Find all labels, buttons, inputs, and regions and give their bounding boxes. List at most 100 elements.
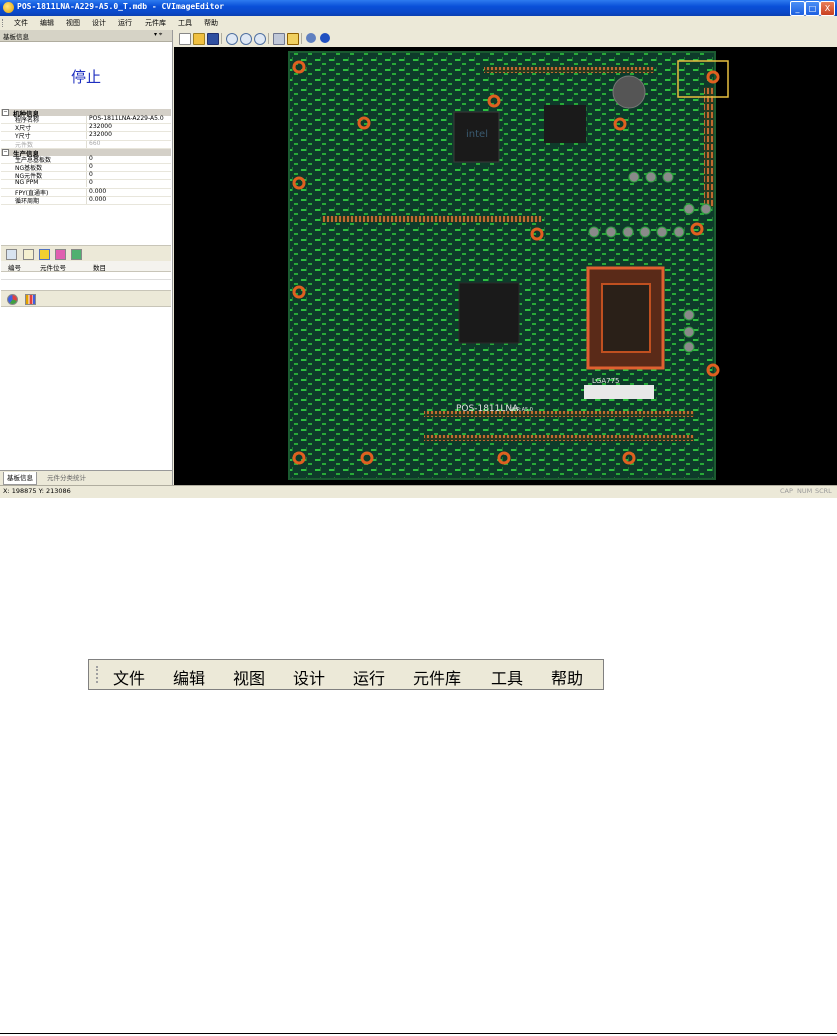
column-divider xyxy=(86,116,87,123)
column-divider xyxy=(86,155,87,163)
property-value: POS-1811LNA-A229-A5.0 xyxy=(89,115,164,122)
menu-help[interactable]: 帮助 xyxy=(204,18,218,28)
run-status: 停止 xyxy=(70,68,101,86)
chip-brand-label: intel xyxy=(466,129,488,140)
property-key: NG PPM xyxy=(15,179,39,187)
menu-file[interactable]: 文件 xyxy=(14,18,28,28)
toolbar-separator xyxy=(268,33,269,44)
minimize-button[interactable]: _ xyxy=(790,1,805,16)
panel-title-bar: 基板信息 ▾ ⌖ xyxy=(0,30,172,42)
info-icon[interactable] xyxy=(320,33,330,43)
menu-bar: 文件 编辑 视图 设计 运行 元件库 工具 帮助 xyxy=(0,16,837,30)
menu-bar-zoomed: 文件 编辑 视图 设计 运行 元件库 工具 帮助 xyxy=(88,659,604,690)
menu-grip[interactable] xyxy=(2,19,5,27)
zoom-out-icon[interactable] xyxy=(240,33,252,45)
status-bar: X: 198875 Y: 213086 CAP NUM SCRL xyxy=(0,485,837,498)
northbridge-chip xyxy=(458,282,520,344)
io-chip xyxy=(544,105,586,143)
panel-pin-icon[interactable]: ▾ ⌖ xyxy=(154,31,162,39)
tab-component-stats[interactable]: 元件分类统计 xyxy=(44,472,89,484)
panel-tabs: 基板信息 元件分类统计 xyxy=(0,470,172,486)
memory-slot-1 xyxy=(322,216,542,222)
property-value: 0.000 xyxy=(89,187,107,195)
barcode-label xyxy=(584,385,654,399)
menu-tools[interactable]: 工具 xyxy=(491,665,523,689)
filter-green-icon[interactable] xyxy=(71,249,82,260)
chart-icon[interactable] xyxy=(287,33,299,45)
menu-library[interactable]: 元件库 xyxy=(413,665,461,689)
app-icon[interactable] xyxy=(3,2,14,13)
property-value: 0 xyxy=(89,171,93,179)
new-file-icon[interactable] xyxy=(179,33,191,45)
property-value: 0 xyxy=(89,162,93,170)
menu-help[interactable]: 帮助 xyxy=(551,665,583,689)
menu-library[interactable]: 元件库 xyxy=(145,18,166,28)
main-toolbar xyxy=(173,30,837,47)
board-info-panel: 基板信息 ▾ ⌖ 停止 − 机种信息 程序名称 POS-1811LNA-A229… xyxy=(0,30,173,486)
property-grid: − 机种信息 程序名称 POS-1811LNA-A229-A5.0 X尺寸 23… xyxy=(1,109,171,205)
menu-run[interactable]: 运行 xyxy=(353,665,385,689)
collapse-icon[interactable]: − xyxy=(2,109,9,116)
open-folder-icon[interactable] xyxy=(193,33,205,45)
column-divider xyxy=(86,132,87,140)
window-title: POS-1811LNA-A229-A5.0_T.mdb - CVImageEdi… xyxy=(17,2,225,11)
zoom-fit-icon[interactable] xyxy=(254,33,266,45)
filter-pink-icon[interactable] xyxy=(55,249,66,260)
close-button[interactable]: X xyxy=(820,1,835,16)
panel-title: 基板信息 xyxy=(3,33,29,41)
restore-button[interactable]: □ xyxy=(805,1,820,16)
memory-slot-3 xyxy=(424,435,694,441)
tab-board-info[interactable]: 基板信息 xyxy=(3,472,37,485)
pcb-image[interactable]: intel LGA775 POS-1811LNA VER:A5.0 xyxy=(174,47,837,485)
column-divider xyxy=(86,172,87,180)
caps-indicator: CAP xyxy=(780,487,793,495)
property-value: 0 xyxy=(89,179,93,187)
save-icon[interactable] xyxy=(207,33,219,45)
pie-chart-icon[interactable] xyxy=(7,294,18,305)
application-window: POS-1811LNA-A229-A5.0_T.mdb - CVImageEdi… xyxy=(0,0,837,498)
scroll-indicator: SCRL xyxy=(815,487,832,495)
toolbar-separator xyxy=(221,33,222,44)
edit-icon[interactable] xyxy=(23,249,34,260)
header-connector xyxy=(484,67,654,73)
title-bar[interactable]: POS-1811LNA-A229-A5.0_T.mdb - CVImageEdi… xyxy=(0,0,837,16)
settings-icon[interactable] xyxy=(306,33,316,43)
num-indicator: NUM xyxy=(797,487,813,495)
menu-view[interactable]: 视图 xyxy=(233,665,265,689)
save-icon[interactable] xyxy=(6,249,17,260)
menu-edit[interactable]: 编辑 xyxy=(40,18,54,28)
menu-edit[interactable]: 编辑 xyxy=(173,665,205,689)
table-row[interactable] xyxy=(1,271,171,280)
column-divider xyxy=(86,163,87,171)
menu-file[interactable]: 文件 xyxy=(113,665,145,689)
cursor-coordinates: X: 198875 Y: 213086 xyxy=(3,487,71,495)
property-value: 232000 xyxy=(89,131,112,139)
menu-design[interactable]: 设计 xyxy=(92,18,106,28)
property-row[interactable]: 循环周期 0.000 xyxy=(1,195,171,205)
menu-view[interactable]: 视图 xyxy=(66,18,80,28)
property-value: 0.000 xyxy=(89,195,107,203)
column-divider xyxy=(86,196,87,204)
collapse-icon[interactable]: − xyxy=(2,148,9,156)
column-divider xyxy=(86,188,87,196)
board-image-viewport[interactable]: intel LGA775 POS-1811LNA VER:A5.0 xyxy=(174,47,837,485)
bar-chart-icon[interactable] xyxy=(25,294,36,305)
zoom-in-icon[interactable] xyxy=(226,33,238,45)
tools-icon[interactable] xyxy=(273,33,285,45)
board-version-label: VER:A5.0 xyxy=(510,407,533,413)
side-connector xyxy=(704,87,714,207)
menu-tools[interactable]: 工具 xyxy=(178,18,192,28)
menu-grip[interactable] xyxy=(96,666,100,683)
property-value: 660 xyxy=(89,139,101,147)
socket-label: LGA775 xyxy=(592,377,619,385)
toolbar-separator xyxy=(301,33,302,44)
page-divider xyxy=(0,1033,837,1034)
property-key: 循环周期 xyxy=(15,197,40,205)
menu-run[interactable]: 运行 xyxy=(118,18,132,28)
cmos-battery xyxy=(612,75,646,109)
property-value: 0 xyxy=(89,154,93,162)
column-divider xyxy=(86,180,87,188)
filter-yellow-icon[interactable] xyxy=(39,249,50,260)
column-divider xyxy=(86,140,87,148)
menu-design[interactable]: 设计 xyxy=(293,665,325,689)
